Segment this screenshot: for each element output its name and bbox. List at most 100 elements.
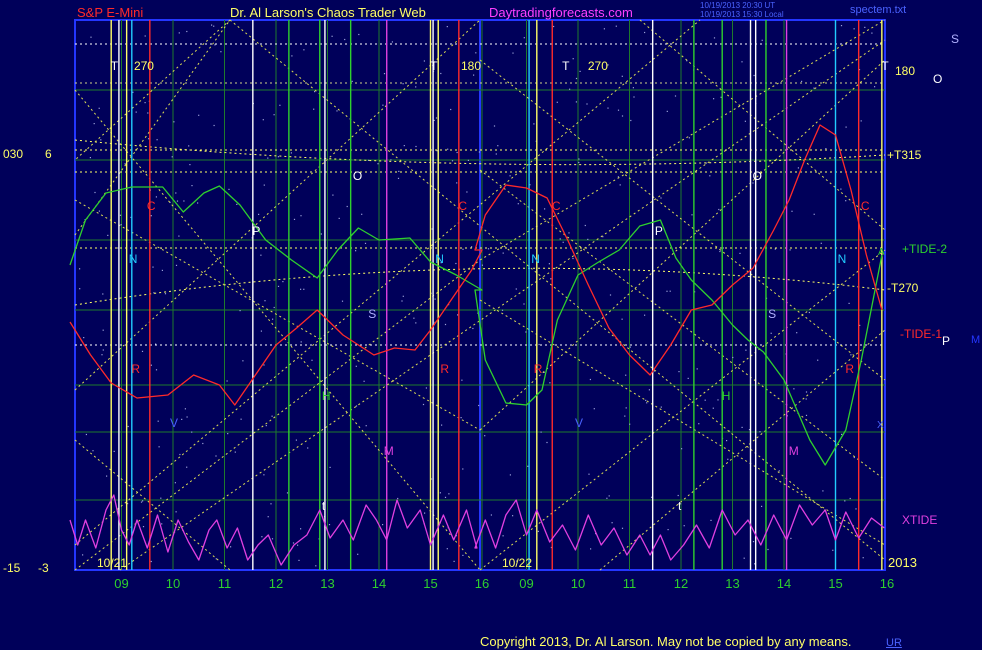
timestamp-local: 10/19/2013 15:30 Local bbox=[700, 10, 784, 19]
star-dot bbox=[487, 248, 490, 250]
star-dot bbox=[363, 380, 365, 382]
event-letter: N bbox=[838, 252, 847, 266]
star-dot bbox=[435, 117, 438, 119]
star-dot bbox=[215, 455, 217, 457]
star-dot bbox=[538, 343, 540, 346]
right-label-p: P bbox=[942, 334, 950, 348]
star-dot bbox=[423, 60, 425, 62]
star-dot bbox=[744, 120, 746, 122]
star-dot bbox=[495, 153, 497, 155]
star-dot bbox=[440, 72, 442, 75]
star-dot bbox=[490, 514, 492, 516]
star-dot bbox=[277, 156, 279, 158]
star-dot bbox=[298, 559, 300, 561]
star-dot bbox=[230, 546, 232, 548]
star-dot bbox=[267, 157, 269, 159]
star-dot bbox=[481, 264, 483, 266]
star-dot bbox=[89, 157, 91, 159]
star-dot bbox=[422, 403, 425, 406]
star-dot bbox=[148, 138, 150, 140]
right-label-s: S bbox=[951, 32, 959, 46]
star-dot bbox=[336, 110, 338, 112]
star-dot bbox=[548, 263, 550, 265]
star-dot bbox=[357, 553, 359, 555]
star-dot bbox=[300, 341, 302, 343]
star-dot bbox=[315, 565, 317, 567]
star-dot bbox=[502, 252, 504, 254]
star-dot bbox=[127, 425, 129, 428]
star-dot bbox=[625, 374, 627, 376]
event-letter: H bbox=[322, 389, 331, 403]
star-dot bbox=[331, 35, 333, 37]
star-dot bbox=[175, 192, 177, 194]
star-dot bbox=[727, 458, 729, 460]
star-dot bbox=[509, 474, 511, 476]
star-dot bbox=[472, 327, 474, 330]
star-dot bbox=[625, 407, 627, 409]
star-dot bbox=[188, 145, 190, 147]
star-dot bbox=[444, 496, 447, 498]
star-dot bbox=[455, 262, 457, 265]
event-letter: 180 bbox=[461, 59, 481, 73]
star-dot bbox=[797, 167, 799, 169]
chart-title: Dr. Al Larson's Chaos Trader Web bbox=[230, 5, 426, 20]
ur-link[interactable]: UR bbox=[886, 637, 902, 649]
star-dot bbox=[101, 354, 103, 356]
star-dot bbox=[226, 380, 228, 382]
star-dot bbox=[262, 119, 264, 121]
star-dot bbox=[297, 544, 299, 546]
star-dot bbox=[144, 35, 146, 37]
star-dot bbox=[502, 535, 504, 537]
star-dot bbox=[619, 184, 621, 186]
star-dot bbox=[759, 431, 761, 433]
star-dot bbox=[632, 87, 634, 89]
star-dot bbox=[645, 399, 647, 401]
star-dot bbox=[739, 252, 741, 254]
star-dot bbox=[817, 359, 819, 361]
star-dot bbox=[813, 213, 815, 215]
star-dot bbox=[669, 290, 671, 292]
star-dot bbox=[446, 26, 448, 28]
star-dot bbox=[790, 537, 792, 539]
star-dot bbox=[307, 447, 309, 449]
star-dot bbox=[462, 248, 464, 250]
year-label: 2013 bbox=[888, 555, 917, 570]
star-dot bbox=[471, 246, 473, 248]
star-dot bbox=[286, 492, 289, 494]
event-letter: T bbox=[562, 59, 570, 73]
star-dot bbox=[227, 433, 229, 435]
star-dot bbox=[173, 121, 175, 123]
star-dot bbox=[850, 354, 852, 356]
x-tick-label: 14 bbox=[777, 576, 791, 591]
star-dot bbox=[466, 191, 468, 193]
star-dot bbox=[475, 52, 477, 54]
star-dot bbox=[175, 264, 178, 266]
star-dot bbox=[107, 234, 109, 236]
star-dot bbox=[845, 126, 847, 128]
star-dot bbox=[611, 522, 613, 524]
star-dot bbox=[644, 31, 646, 34]
star-dot bbox=[484, 435, 486, 437]
star-dot bbox=[864, 26, 866, 28]
star-dot bbox=[150, 560, 152, 563]
star-dot bbox=[523, 37, 525, 39]
star-dot bbox=[277, 285, 280, 287]
star-dot bbox=[473, 74, 475, 76]
x-tick-label: 13 bbox=[320, 576, 334, 591]
event-letter: 270 bbox=[134, 59, 154, 73]
star-dot bbox=[391, 41, 393, 43]
star-dot bbox=[261, 536, 263, 538]
star-dot bbox=[320, 233, 322, 235]
star-dot bbox=[741, 61, 743, 63]
star-dot bbox=[313, 108, 315, 110]
star-dot bbox=[292, 542, 295, 544]
star-dot bbox=[260, 330, 262, 332]
star-dot bbox=[220, 51, 222, 53]
star-dot bbox=[79, 268, 81, 270]
event-letter: P bbox=[252, 224, 260, 238]
star-dot bbox=[155, 196, 157, 198]
star-dot bbox=[398, 170, 400, 172]
site-label: Daytradingforecasts.com bbox=[489, 5, 633, 20]
star-dot bbox=[300, 528, 302, 530]
star-dot bbox=[540, 431, 542, 433]
